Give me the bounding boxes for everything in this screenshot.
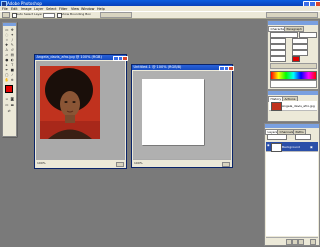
scroll-arrow-icon[interactable] <box>116 161 124 167</box>
clone-stamp-tool-icon[interactable]: ♙ <box>5 48 10 52</box>
tracking-field[interactable] <box>292 44 308 50</box>
document-window-photo: Angela_davis_afro.jpg @ 100% (RGB) 100% <box>34 54 128 169</box>
app-title: Adobe Photoshop <box>7 0 42 6</box>
type-tool-icon[interactable]: T <box>10 63 15 67</box>
palette-header <box>268 21 318 25</box>
bounding-box-label: Show Bounding Box <box>61 11 91 16</box>
character-palette: Character Paragraph <box>267 20 319 90</box>
menu-view[interactable]: View <box>71 7 79 11</box>
history-palette: History Actions Angela_davis_afro.jpg <box>267 90 319 122</box>
healing-brush-tool-icon[interactable]: ✚ <box>5 43 10 47</box>
full-screen-mode-icon[interactable]: ▬ <box>10 103 15 107</box>
color-sliders[interactable] <box>270 80 317 88</box>
history-brush-tool-icon[interactable]: ↺ <box>10 48 15 52</box>
kerning-field[interactable] <box>270 44 286 50</box>
foreground-color-swatch[interactable] <box>5 85 13 93</box>
palette-header <box>268 91 318 95</box>
document-status-bar: 100% <box>36 159 125 167</box>
document-title-bar: Untitled-1 @ 100% (RGB/8) <box>132 65 232 70</box>
font-size-field[interactable] <box>270 38 286 44</box>
notes-tool-icon[interactable]: ▢ <box>5 73 10 77</box>
dodge-tool-icon[interactable]: ◐ <box>10 58 15 62</box>
zoom-level[interactable]: 100% <box>37 161 46 166</box>
menu-help[interactable]: Help <box>97 7 105 11</box>
horizontal-scale-field[interactable] <box>292 50 308 56</box>
portrait-photo[interactable] <box>40 66 100 139</box>
layers-list-empty <box>266 152 318 236</box>
layer-mask-icon[interactable] <box>292 239 298 245</box>
gradient-tool-icon[interactable]: ▤ <box>10 53 15 57</box>
layers-footer <box>266 237 318 245</box>
blend-mode-dropdown[interactable] <box>267 134 287 140</box>
opacity-field[interactable] <box>295 134 311 140</box>
eye-icon[interactable]: ◉ <box>267 144 270 147</box>
slice-tool-icon[interactable]: / <box>10 38 15 42</box>
pen-tool-icon[interactable]: ✒ <box>5 68 10 72</box>
jump-to-imageready-icon[interactable]: ⇄ <box>7 109 12 113</box>
text-color-swatch[interactable] <box>292 56 300 62</box>
menu-window[interactable]: Window <box>81 7 94 11</box>
layer-thumbnail <box>271 143 282 152</box>
lasso-tool-icon[interactable]: ◌ <box>5 33 10 37</box>
new-layer-icon[interactable] <box>286 239 292 245</box>
layer-row-background[interactable]: ◉ Background ▣ <box>266 142 318 152</box>
tab-paragraph[interactable]: Paragraph <box>284 25 305 32</box>
crop-tool-icon[interactable]: ⌗ <box>5 38 10 42</box>
move-tool-icon[interactable]: ✥ <box>10 28 15 32</box>
document-title: Untitled-1 @ 100% (RGB/8) <box>133 65 182 69</box>
history-thumbnail <box>271 102 282 111</box>
zoom-level[interactable]: 100% <box>134 161 143 166</box>
font-style-field[interactable] <box>299 32 317 38</box>
font-family-field[interactable] <box>270 32 298 38</box>
menu-file[interactable]: File <box>2 7 8 11</box>
color-spectrum-bar[interactable] <box>270 71 317 80</box>
blur-tool-icon[interactable]: ● <box>5 58 10 62</box>
layers-palette: Layers Channels Paths ◉ Background ▣ <box>264 123 320 246</box>
menu-layer[interactable]: Layer <box>34 7 43 11</box>
hand-tool-icon[interactable]: ✋ <box>5 78 10 82</box>
toolbox: ▭ ✥ ◌ ✦ ⌗ / ✚ ✎ ♙ ↺ ▱ ▤ ● ◐ ▸ T ✒ ■ ▢ ⁄ … <box>2 22 17 137</box>
zoom-tool-icon[interactable]: ⊕ <box>10 78 15 82</box>
history-snapshot-row[interactable]: Angela_davis_afro.jpg <box>269 101 317 111</box>
standard-screen-mode-icon[interactable]: ▭ <box>5 103 10 107</box>
shape-tool-icon[interactable]: ■ <box>10 68 15 72</box>
standard-mode-icon[interactable]: ▫ <box>5 97 10 101</box>
move-tool-preset-icon[interactable] <box>2 12 10 18</box>
layer-name: Background <box>282 144 300 149</box>
layer-select-dropdown[interactable] <box>43 12 55 18</box>
vertical-scale-field[interactable] <box>270 50 286 56</box>
scroll-arrow-icon[interactable] <box>222 161 230 167</box>
history-item-label: Angela_davis_afro.jpg <box>282 103 315 108</box>
brush-tool-icon[interactable]: ✎ <box>10 43 15 47</box>
palette-header <box>265 124 319 128</box>
align-buttons-group[interactable] <box>100 12 132 18</box>
blank-canvas[interactable] <box>142 79 204 145</box>
text-style-buttons[interactable] <box>270 63 317 69</box>
auto-select-label: Auto Select Layer <box>16 11 43 16</box>
toolbox-header <box>3 23 16 26</box>
trash-icon[interactable] <box>310 239 316 245</box>
eyedropper-tool-icon[interactable]: ⁄ <box>10 73 15 77</box>
document-window-untitled: Untitled-1 @ 100% (RGB/8) 100% <box>131 64 234 168</box>
menu-select[interactable]: Select <box>46 7 56 11</box>
leading-field[interactable] <box>292 38 308 44</box>
baseline-shift-field[interactable] <box>270 56 286 62</box>
document-status-bar: 100% <box>133 159 231 167</box>
menu-filter[interactable]: Filter <box>59 7 67 11</box>
lock-icon: ▣ <box>310 144 313 149</box>
menu-image[interactable]: Image <box>21 7 32 11</box>
palette-well[interactable] <box>266 12 318 18</box>
marquee-tool-icon[interactable]: ▭ <box>5 28 10 32</box>
path-selection-tool-icon[interactable]: ▸ <box>5 63 10 67</box>
eraser-tool-icon[interactable]: ▱ <box>5 53 10 57</box>
document-title: Angela_davis_afro.jpg @ 100% (RGB) <box>36 55 102 59</box>
new-set-icon[interactable] <box>298 239 304 245</box>
quick-mask-icon[interactable]: ◙ <box>10 97 15 101</box>
menu-edit[interactable]: Edit <box>11 7 18 11</box>
magic-wand-tool-icon[interactable]: ✦ <box>10 33 15 37</box>
